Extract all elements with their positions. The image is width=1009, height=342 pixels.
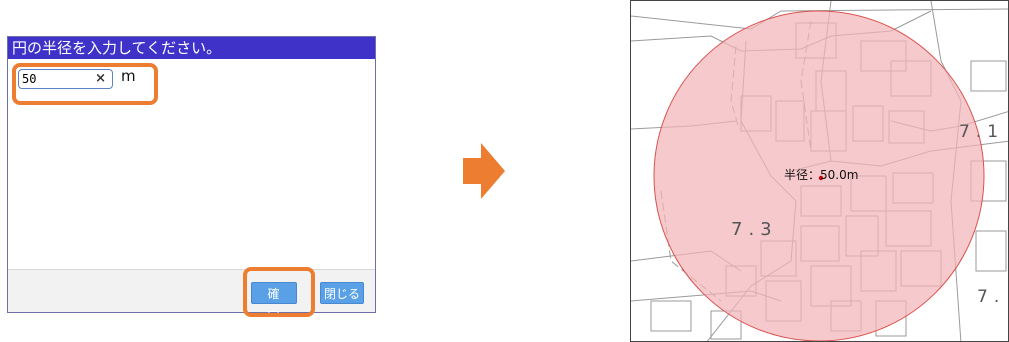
confirm-highlight-frame	[243, 267, 315, 317]
map-view[interactable]: 半径：50.0m 7.3 7.1 7.	[630, 0, 1009, 342]
dialog-title: 円の半径を入力してください。	[8, 37, 375, 59]
block-label-7: 7.	[977, 287, 1006, 307]
input-highlight-frame	[12, 63, 158, 105]
block-label-7-3: 7.3	[731, 219, 778, 240]
radius-label: 半径：50.0m	[784, 168, 859, 182]
block-label-7-1: 7.1	[959, 122, 1005, 142]
close-button[interactable]: 閉じる	[320, 282, 364, 304]
arrow-right-icon	[463, 143, 505, 199]
